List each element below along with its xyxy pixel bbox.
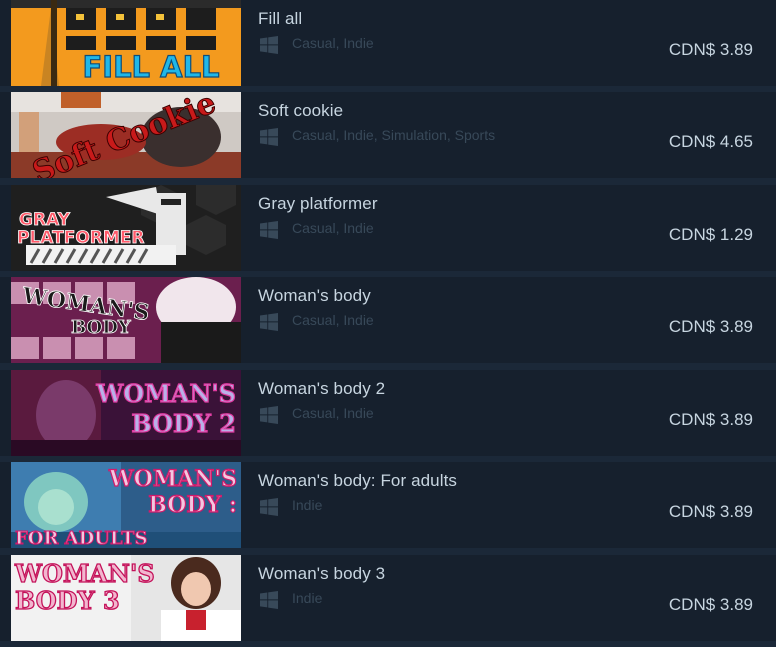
game-capsule-image[interactable]: GRAY PLATFORMER <box>11 185 241 271</box>
windows-icon <box>260 313 278 331</box>
search-result-row[interactable]: WOMAN'S BODY : FOR ADULTS Woman's body: … <box>0 462 776 554</box>
game-capsule-image[interactable]: WOMAN'S BODY 2 <box>11 370 241 456</box>
search-result-row[interactable]: FILL ALL Fill all Casual, Indie CDN$ 3.8… <box>0 0 776 92</box>
game-price: CDN$ 3.89 <box>668 410 753 429</box>
capsule-title-text: WOMAN'S <box>108 466 237 492</box>
game-price: CDN$ 3.89 <box>668 317 753 336</box>
game-title[interactable]: Woman's body: For adults <box>258 471 457 491</box>
search-result-row[interactable]: WOMAN'S BODY Woman's body Casual, Indie … <box>0 277 776 369</box>
capsule-title-text: WOMAN'S <box>14 559 155 588</box>
game-title[interactable]: Woman's body 2 <box>258 379 385 399</box>
windows-icon <box>260 128 278 146</box>
game-title[interactable]: Soft cookie <box>258 101 343 121</box>
capsule-title-text: WOMAN'S <box>95 379 236 408</box>
windows-icon <box>260 36 278 54</box>
game-capsule-image[interactable]: WOMAN'S BODY 3 <box>11 555 241 641</box>
search-result-row[interactable]: WOMAN'S BODY 2 Woman's body 2 Casual, In… <box>0 370 776 462</box>
game-tags: Casual, Indie <box>292 405 374 421</box>
game-title[interactable]: Gray platformer <box>258 194 378 214</box>
windows-icon <box>260 591 278 609</box>
game-price: CDN$ 3.89 <box>668 40 753 59</box>
game-tags: Casual, Indie <box>292 312 374 328</box>
game-capsule-image[interactable]: Soft Cookie <box>11 92 241 178</box>
game-tags: Casual, Indie <box>292 35 374 51</box>
capsule-title-text: FOR ADULTS <box>15 528 148 548</box>
search-results-list: FILL ALL Fill all Casual, Indie CDN$ 3.8… <box>0 0 776 647</box>
capsule-title-text: PLATFORMER <box>17 228 145 248</box>
capsule-title-text: BODY <box>71 317 132 338</box>
game-tags: Casual, Indie <box>292 220 374 236</box>
search-result-row[interactable]: Soft Cookie Soft cookie Casual, Indie, S… <box>0 92 776 184</box>
search-result-row[interactable]: WOMAN'S BODY 3 Woman's body 3 Indie CDN$… <box>0 555 776 647</box>
capsule-title-text: FILL ALL <box>82 50 219 84</box>
game-capsule-image[interactable]: WOMAN'S BODY : FOR ADULTS <box>11 462 241 548</box>
windows-icon <box>260 406 278 424</box>
game-tags: Indie <box>292 497 323 513</box>
game-tags: Indie <box>292 590 323 606</box>
game-price: CDN$ 3.89 <box>668 595 753 614</box>
game-capsule-image[interactable]: FILL ALL <box>11 0 241 86</box>
game-title[interactable]: Fill all <box>258 9 302 29</box>
capsule-title-text: BODY 2 <box>131 409 236 438</box>
game-price: CDN$ 4.65 <box>668 132 753 151</box>
capsule-title-text: BODY 3 <box>15 586 120 615</box>
game-price: CDN$ 1.29 <box>668 225 753 244</box>
windows-icon <box>260 498 278 516</box>
windows-icon <box>260 221 278 239</box>
game-title[interactable]: Woman's body 3 <box>258 564 385 584</box>
game-tags: Casual, Indie, Simulation, Sports <box>292 127 496 143</box>
search-result-row[interactable]: GRAY PLATFORMER Gray platformer Casual, … <box>0 185 776 277</box>
capsule-title-text: GRAY <box>19 210 71 230</box>
game-capsule-image[interactable]: WOMAN'S BODY <box>11 277 241 363</box>
game-title[interactable]: Woman's body <box>258 286 371 306</box>
game-price: CDN$ 3.89 <box>668 502 753 521</box>
capsule-title-text: BODY : <box>148 492 237 518</box>
